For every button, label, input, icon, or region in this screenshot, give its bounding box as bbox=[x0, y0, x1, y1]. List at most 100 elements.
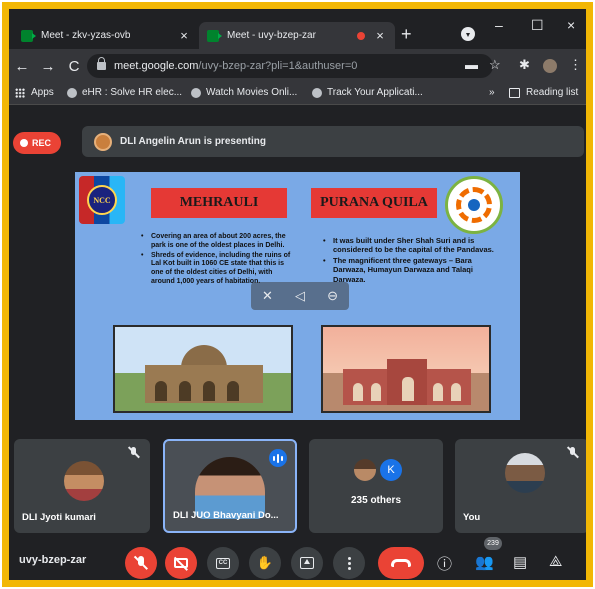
others-avatars: K bbox=[354, 459, 402, 481]
participant-name: You bbox=[463, 512, 481, 523]
url-path: /uvy-bzep-zar?pli=1&authuser=0 bbox=[198, 60, 358, 72]
participant-tile[interactable]: DLI Jyoti kumari bbox=[14, 439, 150, 533]
bookmark-apps[interactable]: Apps bbox=[15, 87, 54, 98]
others-tile[interactable]: K 235 others bbox=[309, 439, 443, 533]
captions-icon: CC bbox=[216, 557, 230, 569]
camera-off-icon bbox=[174, 558, 188, 568]
bookmark-track[interactable]: Track Your Applicati... bbox=[312, 87, 423, 98]
forward-button[interactable]: → bbox=[35, 58, 61, 75]
others-count: 235 others bbox=[350, 495, 402, 506]
browser-tab-1[interactable]: Meet - zkv-yzas-ovb × bbox=[13, 22, 199, 49]
bookmark-movies[interactable]: Watch Movies Onli... bbox=[191, 87, 297, 98]
back-button[interactable]: ← bbox=[9, 58, 35, 75]
mic-toggle-button[interactable] bbox=[125, 547, 157, 579]
more-options-button[interactable] bbox=[333, 547, 365, 579]
speaking-indicator-icon bbox=[269, 449, 287, 467]
profile-avatar[interactable] bbox=[543, 59, 557, 73]
mic-off-icon bbox=[567, 447, 579, 459]
reading-list-icon bbox=[509, 87, 520, 98]
apps-grid-icon bbox=[15, 87, 25, 98]
participant-count-badge: 239 bbox=[484, 537, 502, 550]
globe-icon bbox=[312, 87, 322, 98]
bookmark-label: Apps bbox=[31, 87, 54, 98]
mic-off-icon bbox=[135, 556, 147, 570]
tab-close-icon[interactable]: × bbox=[373, 28, 387, 43]
browser-toolbar: ← → C meet.google.com /uvy-bzep-zar?pli=… bbox=[9, 49, 586, 83]
tab-close-icon[interactable]: × bbox=[177, 28, 191, 43]
extensions-icon[interactable]: ✱ bbox=[519, 57, 530, 73]
presentation-slide: NCC MEHRAULI PURANA QUILA Covering an ar… bbox=[75, 172, 520, 420]
captions-button[interactable]: CC bbox=[207, 547, 239, 579]
mehrauli-photo bbox=[113, 325, 293, 413]
camera-in-use-icon[interactable]: ▬ bbox=[465, 57, 478, 72]
bookmark-label: Watch Movies Onli... bbox=[206, 87, 298, 98]
window-close-button[interactable]: × bbox=[567, 17, 575, 33]
address-bar[interactable]: meet.google.com /uvy-bzep-zar?pli=1&auth… bbox=[87, 54, 493, 78]
bullet-item: Covering an area of about 200 acres, the… bbox=[139, 233, 291, 251]
bookmark-star-icon[interactable]: ☆ bbox=[489, 57, 501, 73]
record-dot-icon bbox=[20, 139, 28, 147]
reload-button[interactable]: C bbox=[61, 58, 87, 75]
globe-icon bbox=[191, 87, 201, 98]
avatar bbox=[64, 461, 104, 501]
profile-dropdown-icon[interactable] bbox=[461, 27, 475, 41]
minimize-button[interactable]: – bbox=[495, 17, 503, 33]
hand-icon: ✋ bbox=[256, 555, 274, 570]
raise-hand-button[interactable]: ✋ bbox=[249, 547, 281, 579]
lock-icon bbox=[97, 57, 106, 70]
slide-bullets-left: Covering an area of about 200 acres, the… bbox=[139, 233, 291, 288]
avatar-initial: K bbox=[380, 459, 402, 481]
camera-toggle-button[interactable] bbox=[165, 547, 197, 579]
presentation-overlay-controls: ✕ ◁ ⊖ bbox=[251, 282, 349, 310]
bookmarks-bar: Apps eHR : Solve HR elec... Watch Movies… bbox=[9, 83, 586, 105]
hang-up-icon bbox=[391, 559, 411, 567]
recording-indicator-icon bbox=[357, 31, 365, 40]
reading-list-label: Reading list bbox=[526, 87, 579, 98]
recording-button[interactable]: REC bbox=[13, 132, 61, 154]
meeting-controls-bar: uvy-bzep-zar CC ✋ ⓘ 👥 239 ▤ ⟁ bbox=[9, 537, 586, 580]
presenting-text: DLI Angelin Arun is presenting bbox=[120, 136, 266, 147]
maximize-button[interactable]: ☐ bbox=[531, 17, 544, 34]
slide-bullets-right: It was built under Sher Shah Suri and is… bbox=[321, 236, 497, 285]
browser-tab-2-active[interactable]: Meet - uvy-bzep-zar × bbox=[199, 22, 395, 49]
ncc-logo: NCC bbox=[79, 176, 125, 224]
chat-button[interactable]: ▤ bbox=[513, 553, 527, 571]
url-host: meet.google.com bbox=[114, 60, 199, 72]
pin-off-icon[interactable]: ✕ bbox=[262, 288, 273, 304]
self-tile[interactable]: You bbox=[455, 439, 586, 533]
rec-label: REC bbox=[32, 138, 52, 148]
purana-quila-photo bbox=[321, 325, 491, 413]
bookmark-label: Track Your Applicati... bbox=[327, 87, 423, 98]
participant-name: DLI Jyoti kumari bbox=[22, 512, 96, 523]
bookmark-ehr[interactable]: eHR : Solve HR elec... bbox=[67, 87, 182, 98]
slide-title-left: MEHRAULI bbox=[151, 188, 287, 218]
reading-list-button[interactable]: Reading list bbox=[509, 87, 578, 98]
presenting-banner: DLI Angelin Arun is presenting bbox=[82, 126, 584, 157]
volume-icon[interactable]: ◁ bbox=[295, 288, 305, 304]
present-screen-icon bbox=[300, 557, 314, 569]
bookmarks-overflow-button[interactable]: » bbox=[489, 87, 495, 98]
meeting-code: uvy-bzep-zar bbox=[19, 554, 87, 566]
present-button[interactable] bbox=[291, 547, 323, 579]
bookmark-label: eHR : Solve HR elec... bbox=[82, 87, 183, 98]
participant-tile-speaking[interactable]: DLI JUO Bhavyani Do... bbox=[163, 439, 297, 533]
meet-favicon bbox=[207, 29, 222, 42]
bullet-item: The magnificent three gateways – Bara Da… bbox=[321, 256, 497, 284]
remove-icon[interactable]: ⊖ bbox=[327, 288, 338, 304]
bullet-item: It was built under Sher Shah Suri and is… bbox=[321, 236, 497, 255]
browser-menu-icon[interactable]: ⋮ bbox=[569, 57, 582, 73]
leave-call-button[interactable] bbox=[378, 547, 424, 579]
tab-title: Meet - uvy-bzep-zar bbox=[227, 30, 316, 41]
participant-name: DLI JUO Bhavyani Do... bbox=[173, 510, 279, 521]
tab-title: Meet - zkv-yzas-ovb bbox=[41, 30, 131, 41]
people-button[interactable]: 👥 bbox=[475, 553, 494, 571]
avatar bbox=[354, 459, 376, 481]
activities-button[interactable]: ⟁ bbox=[549, 553, 562, 570]
meeting-details-button[interactable]: ⓘ bbox=[437, 553, 452, 574]
globe-icon bbox=[67, 87, 77, 98]
browser-tab-strip: Meet - zkv-yzas-ovb × Meet - uvy-bzep-za… bbox=[9, 9, 586, 49]
avatar bbox=[505, 453, 545, 493]
meet-main-area: REC DLI Angelin Arun is presenting NCC M… bbox=[9, 105, 586, 580]
new-tab-button[interactable]: + bbox=[401, 24, 412, 45]
ek-bharat-emblem-icon bbox=[445, 176, 503, 234]
